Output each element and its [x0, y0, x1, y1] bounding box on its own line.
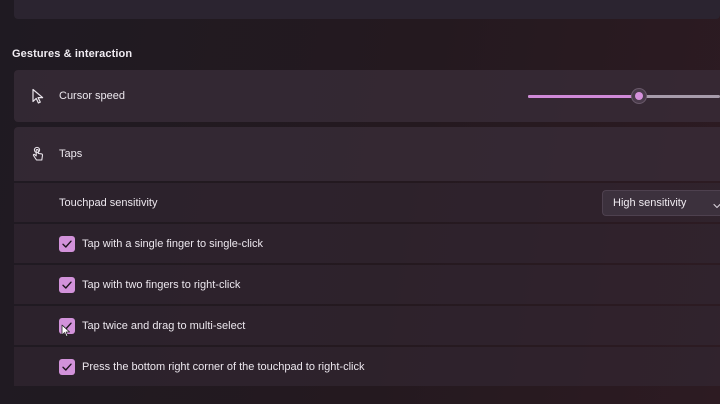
touchpad-sensitivity-row: Touchpad sensitivity High sensitivity [14, 183, 720, 222]
taps-label: Taps [59, 148, 83, 160]
top-settings-card [14, 0, 720, 19]
slider-thumb[interactable] [631, 88, 647, 104]
two-finger-tap-checkbox[interactable] [59, 276, 75, 293]
tap-option-row[interactable]: Press the bottom right corner of the tou… [14, 347, 720, 386]
slider-fill [528, 95, 639, 98]
touchpad-sensitivity-label: Touchpad sensitivity [59, 196, 158, 209]
bottom-right-corner-checkbox[interactable] [59, 358, 75, 375]
two-finger-tap-label: Tap with two fingers to right-click [82, 278, 241, 291]
taps-card[interactable]: Taps [14, 127, 720, 181]
chevron-down-icon [712, 198, 720, 208]
single-finger-tap-label: Tap with a single finger to single-click [82, 237, 263, 250]
mouse-pointer-icon [61, 324, 71, 338]
tap-option-row[interactable]: Tap with two fingers to right-click [14, 265, 720, 304]
cursor-arrow-icon [30, 88, 46, 104]
tap-drag-multiselect-label: Tap twice and drag to multi-select [82, 319, 246, 332]
cursor-speed-slider[interactable] [528, 86, 720, 106]
tap-hand-icon [30, 146, 46, 162]
sensitivity-dropdown[interactable]: High sensitivity [602, 189, 720, 216]
bottom-right-corner-label: Press the bottom right corner of the tou… [82, 360, 365, 373]
tap-option-row[interactable]: Tap with a single finger to single-click [14, 224, 720, 263]
cursor-speed-card: Cursor speed [14, 70, 720, 122]
single-finger-tap-checkbox[interactable] [59, 235, 75, 252]
section-title: Gestures & interaction [12, 48, 133, 60]
tap-option-row[interactable]: Tap twice and drag to multi-select [14, 306, 720, 345]
sensitivity-dropdown-value: High sensitivity [613, 196, 687, 209]
cursor-speed-label: Cursor speed [59, 90, 126, 102]
